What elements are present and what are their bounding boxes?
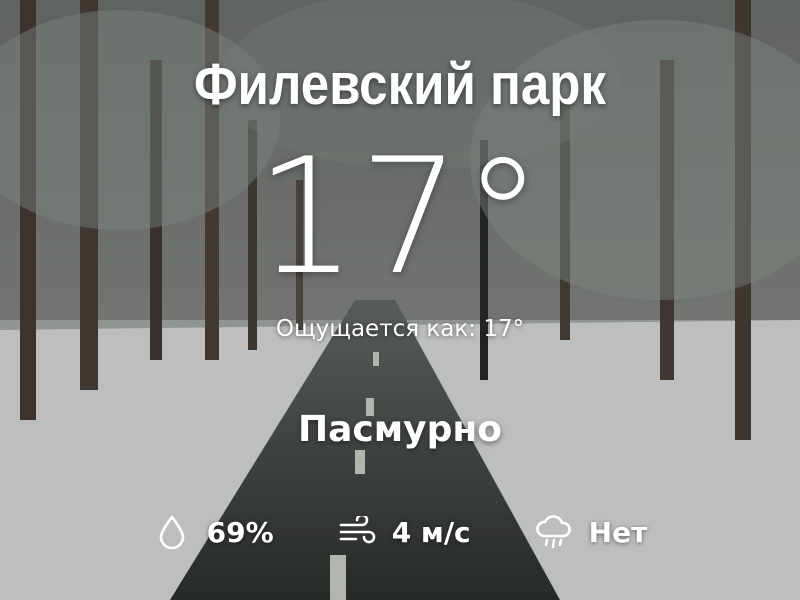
humidity-value: 69% bbox=[206, 515, 274, 549]
precipitation-stat: Нет bbox=[535, 513, 648, 551]
weather-widget: Филевский парк 17° Ощущается как: 17° Па… bbox=[0, 0, 800, 600]
current-temperature: 17° bbox=[255, 123, 545, 310]
cloud-rain-icon bbox=[535, 513, 573, 551]
wind-icon bbox=[338, 513, 376, 551]
droplet-icon bbox=[153, 513, 191, 551]
weather-condition: Пасмурно bbox=[297, 409, 503, 450]
wind-stat: 4 м/с bbox=[338, 513, 471, 551]
weather-stats: 69% 4 м/с Нет bbox=[0, 508, 800, 556]
location-name: Филевский парк bbox=[193, 52, 606, 117]
wind-value: 4 м/с bbox=[391, 515, 471, 549]
feels-like-text: Ощущается как: 17° bbox=[275, 316, 525, 342]
humidity-stat: 69% bbox=[153, 513, 274, 551]
precipitation-value: Нет bbox=[588, 515, 648, 549]
